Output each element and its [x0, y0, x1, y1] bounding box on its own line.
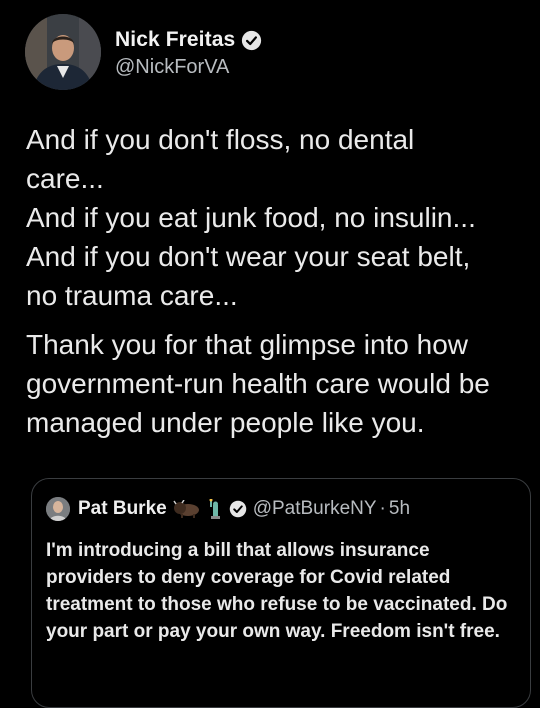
- quoted-tweet-card[interactable]: Pat Burke @PatBurkeNY · 5h I'm introduci…: [31, 478, 531, 708]
- author-handle[interactable]: @NickForVA: [115, 56, 262, 79]
- quoted-author-name[interactable]: Pat Burke: [78, 498, 167, 520]
- quoted-tweet-text: I'm introducing a bill that allows insur…: [46, 540, 508, 642]
- avatar-image: [25, 14, 101, 90]
- quoted-tweet-header: Pat Burke @PatBurkeNY · 5h: [46, 497, 410, 521]
- quoted-timestamp[interactable]: 5h: [389, 498, 410, 520]
- tweet-line: And if you eat junk food, no insulin...: [26, 202, 476, 233]
- author-avatar[interactable]: [25, 14, 101, 90]
- quoted-author-handle[interactable]: @PatBurkeNY: [253, 498, 377, 520]
- statue-of-liberty-emoji-icon: [209, 499, 220, 519]
- quoted-avatar-image: [46, 497, 70, 521]
- dot-separator: ·: [379, 498, 386, 519]
- tweet-paragraph-1: And if you don't floss, no dental care...…: [26, 120, 526, 315]
- quoted-verified-badge-icon: [229, 500, 246, 518]
- quoted-author-avatar[interactable]: [46, 497, 70, 521]
- author-name[interactable]: Nick Freitas: [115, 28, 235, 52]
- tweet-paragraph-2: Thank you for that glimpse into how gove…: [26, 329, 490, 438]
- tweet-line: And if you don't wear your seat belt, no …: [26, 241, 471, 311]
- bison-emoji-icon: [173, 500, 199, 518]
- tweet-header: Nick Freitas @NickForVA: [25, 14, 262, 90]
- tweet-body: And if you don't floss, no dental care...…: [26, 120, 526, 442]
- tweet-line: And if you don't floss, no dental care...: [26, 124, 415, 194]
- verified-badge-icon: [242, 30, 262, 50]
